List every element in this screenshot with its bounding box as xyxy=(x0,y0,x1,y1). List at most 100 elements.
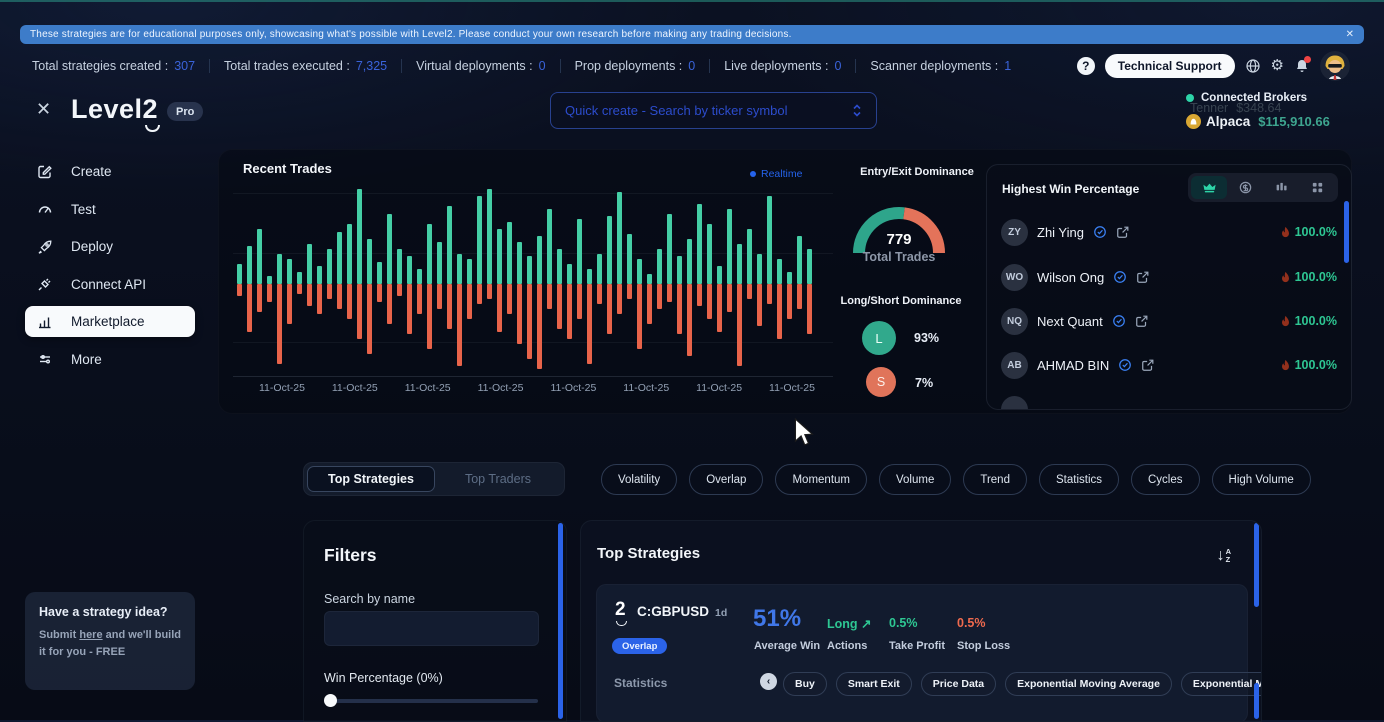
highest-win-title: Highest Win Percentage xyxy=(1002,182,1139,196)
win-percentage-slider-thumb[interactable] xyxy=(324,694,337,707)
globe-icon[interactable] xyxy=(1245,58,1261,74)
sidebar-item-connect-api[interactable]: Connect API xyxy=(25,269,195,300)
external-link-icon[interactable] xyxy=(1135,314,1149,328)
strategies-scrollbar-top[interactable] xyxy=(1254,523,1259,607)
strategy-card[interactable]: 2 C:GBPUSD 1d Overlap 51% Average Win Lo… xyxy=(596,584,1248,722)
win-percentage-label: Win Percentage (0%) xyxy=(324,671,443,685)
sidebar-item-more[interactable]: More xyxy=(25,344,195,375)
x-axis-label: 11-Oct-25 xyxy=(478,382,524,394)
short-value: 7% xyxy=(915,376,933,390)
stop-loss-label: Stop Loss xyxy=(957,640,1010,652)
avatar: WO xyxy=(1001,264,1028,291)
list-item[interactable]: AB AHMAD BIN 100.0% xyxy=(1001,343,1337,387)
list-item[interactable]: NQ Next Quant 100.0% xyxy=(1001,299,1337,343)
pill-cycles[interactable]: Cycles xyxy=(1131,464,1200,495)
banner-close-icon[interactable]: ✕ xyxy=(1346,29,1354,40)
take-profit-value: 0.5% xyxy=(889,616,918,630)
broker-alpaca-row[interactable]: Alpaca $115,910.66 xyxy=(1186,114,1330,129)
x-axis-label: 11-Oct-25 xyxy=(405,382,451,394)
x-axis-labels: 11-Oct-25 11-Oct-25 11-Oct-25 11-Oct-25 11-O… xyxy=(259,382,815,394)
connected-brokers[interactable]: Connected Brokers Tenner$348.64 Alpaca $… xyxy=(1186,92,1364,132)
x-axis-label: 11-Oct-25 xyxy=(332,382,378,394)
realtime-status: Realtime xyxy=(750,168,802,180)
x-axis-label: 11-Oct-25 xyxy=(696,382,742,394)
external-link-icon[interactable] xyxy=(1136,270,1150,284)
user-avatar[interactable] xyxy=(1320,51,1350,81)
filters-scrollbar[interactable] xyxy=(558,523,563,719)
sidebar-nav: Create Test Deploy Connect API Marketpla… xyxy=(25,156,195,381)
long-value: 93% xyxy=(914,331,939,345)
average-win-value: 51% xyxy=(753,605,801,633)
sidebar-item-marketplace[interactable]: Marketplace xyxy=(25,306,195,337)
tag-buy[interactable]: Buy xyxy=(783,672,827,696)
tab-top-traders[interactable]: Top Traders xyxy=(435,466,561,492)
top-strategies-title: Top Strategies xyxy=(597,545,700,562)
top-strategies-panel: Top Strategies ↓AZ 2 C:GBPUSD 1d Overlap… xyxy=(580,520,1262,722)
stats-bar: Total strategies created :307 Total trad… xyxy=(18,50,1350,82)
leaderboard-view-switcher xyxy=(1188,173,1338,202)
sidebar-item-test[interactable]: Test xyxy=(25,194,195,225)
sort-az-icon[interactable]: ↓AZ xyxy=(1217,547,1231,565)
tab-top-strategies[interactable]: Top Strategies xyxy=(307,466,435,492)
crown-icon[interactable] xyxy=(1191,176,1227,199)
logo-smile-mark xyxy=(145,125,160,132)
pill-trend[interactable]: Trend xyxy=(963,464,1027,495)
strategy-idea-box: Have a strategy idea? Submit here and we… xyxy=(25,592,195,690)
coins-icon[interactable] xyxy=(1227,176,1263,199)
leaderboard-scrollbar[interactable] xyxy=(1344,201,1349,263)
grid-icon[interactable] xyxy=(1299,176,1335,199)
bell-icon[interactable] xyxy=(1294,58,1310,74)
help-icon[interactable]: ? xyxy=(1077,57,1095,75)
list-item[interactable]: WO Wilson Ong 100.0% xyxy=(1001,255,1337,299)
tag-smart-exit[interactable]: Smart Exit xyxy=(836,672,912,696)
stop-loss-value: 0.5% xyxy=(957,616,986,630)
tag-price-data[interactable]: Price Data xyxy=(921,672,996,696)
technical-support-button[interactable]: Technical Support xyxy=(1105,54,1235,78)
verified-icon xyxy=(1113,270,1127,284)
select-chevrons-icon xyxy=(852,103,862,118)
win-percentage-slider-track[interactable] xyxy=(328,699,538,703)
submit-here-link[interactable]: here xyxy=(79,629,102,641)
mouse-cursor xyxy=(793,418,815,448)
flame-icon xyxy=(1280,271,1291,284)
strategies-scrollbar-bottom[interactable] xyxy=(1254,683,1259,719)
tag-ema[interactable]: Exponential Moving Average xyxy=(1005,672,1172,696)
strategy-category-badge: Overlap xyxy=(612,638,667,654)
quick-create-search[interactable]: Quick create - Search by ticker symbol xyxy=(550,92,877,129)
filter-search-input[interactable] xyxy=(324,611,539,646)
pill-high-volume[interactable]: High Volume xyxy=(1212,464,1311,495)
create-icon xyxy=(37,164,53,180)
plug-icon xyxy=(37,276,53,292)
pill-volatility[interactable]: Volatility xyxy=(601,464,677,495)
pill-overlap[interactable]: Overlap xyxy=(689,464,763,495)
search-by-name-label: Search by name xyxy=(324,592,415,606)
list-item[interactable]: ZY Zhi Ying 100.0% xyxy=(1001,210,1337,254)
gauge-icon xyxy=(37,201,53,217)
tags-scroll-left-icon[interactable]: ‹ xyxy=(760,673,777,690)
level2-mark: 2 xyxy=(615,599,626,621)
pill-momentum[interactable]: Momentum xyxy=(775,464,867,495)
total-trades-value: 779 xyxy=(849,231,949,248)
candles-icon[interactable] xyxy=(1263,176,1299,199)
x-axis-label: 11-Oct-25 xyxy=(623,382,669,394)
sidebar-item-deploy[interactable]: Deploy xyxy=(25,231,195,262)
external-link-icon[interactable] xyxy=(1141,358,1155,372)
sidebar-toggle-icon[interactable]: ✕ xyxy=(36,99,51,120)
long-short-dominance-title: Long/Short Dominance xyxy=(821,295,981,307)
avatar: ZY xyxy=(1001,219,1028,246)
gear-icon[interactable]: ⚙ xyxy=(1271,58,1284,74)
category-pills: Volatility Overlap Momentum Volume Trend… xyxy=(601,464,1311,495)
tag-exponential-m[interactable]: Exponential M xyxy=(1181,672,1262,696)
statistics-label: Statistics xyxy=(614,676,667,690)
long-circle: L xyxy=(862,321,896,355)
strategy-ticker: C:GBPUSD xyxy=(637,604,709,619)
list-item-partial xyxy=(1001,387,1337,410)
window-accent-line xyxy=(0,0,1384,2)
pill-statistics[interactable]: Statistics xyxy=(1039,464,1119,495)
verified-icon xyxy=(1093,225,1107,239)
external-link-icon[interactable] xyxy=(1116,225,1130,239)
pill-volume[interactable]: Volume xyxy=(879,464,951,495)
quick-create-placeholder: Quick create - Search by ticker symbol xyxy=(565,103,788,118)
sidebar-item-create[interactable]: Create xyxy=(25,156,195,187)
broker-ghost-row: Tenner$348.64 xyxy=(1190,101,1281,115)
